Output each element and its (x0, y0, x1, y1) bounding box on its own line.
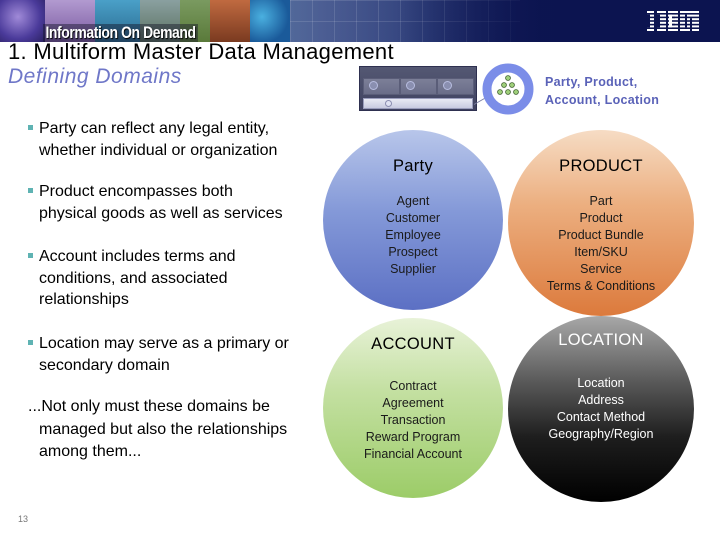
bullet-line: whether individual or organization (39, 141, 278, 159)
domain-item: Service (580, 262, 622, 276)
domain-item: Product Bundle (558, 228, 644, 242)
domain-item: Prospect (388, 245, 438, 259)
domain-item: Contract (389, 379, 437, 393)
closing-statement: ...Not only must these domains be manage… (28, 396, 328, 464)
domain-ring-icon (482, 63, 534, 115)
bullet-party: Party can reflect any legal entity, whet… (28, 118, 277, 161)
domain-item: Agent (396, 194, 430, 208)
domain-items: Location Address Contact Method Geograph… (508, 375, 694, 443)
bullet-marker-icon (28, 125, 33, 130)
panel-cell (437, 78, 474, 95)
domain-item: Customer (385, 211, 441, 225)
domain-items: Contract Agreement Transaction Reward Pr… (323, 378, 503, 463)
panel-dot-icon (369, 81, 378, 90)
legend-label: Party, Product, Account, Location (545, 73, 659, 109)
closing-line: managed but also the relationships (39, 420, 288, 438)
domain-circle-account: ACCOUNT Contract Agreement Transaction R… (323, 318, 503, 498)
bullet-marker-icon (28, 253, 33, 258)
domain-item: Financial Account (364, 447, 462, 461)
slide-subtitle: Defining Domains (8, 65, 182, 88)
bullet-account: Account includes terms and conditions, a… (28, 246, 236, 311)
panel-cell (400, 78, 437, 95)
bullet-line: secondary domain (39, 356, 170, 374)
domain-item: Product (579, 211, 623, 225)
panel-graphic (359, 66, 477, 111)
domain-item: Address (578, 393, 624, 407)
ibm-logo-icon (647, 11, 699, 31)
domain-item: Terms & Conditions (546, 279, 656, 293)
panel-dot-icon (443, 81, 452, 90)
bullet-line: conditions, and associated (39, 269, 228, 287)
bullet-line: Location may serve as a primary or (39, 335, 289, 352)
bullet-line: physical goods as well as services (39, 204, 283, 222)
domain-item: Location (577, 376, 625, 390)
bullet-location: Location may serve as a primary or secon… (28, 333, 289, 376)
header-banner: Information On Demand (0, 0, 720, 42)
domain-item: Transaction (380, 413, 446, 427)
bullet-marker-icon (28, 340, 33, 345)
domain-item: Geography/Region (548, 427, 654, 441)
domain-circle-location: LOCATION Location Address Contact Method… (508, 316, 694, 502)
domain-circle-party: Party Agent Customer Employee Prospect S… (323, 130, 503, 310)
domain-item: Agreement (382, 396, 444, 410)
panel-cell (363, 78, 400, 95)
legend-label-line: Party, Product, (545, 75, 638, 89)
bullet-marker-icon (28, 188, 33, 193)
domain-title: LOCATION (558, 331, 644, 349)
domain-item: Employee (385, 228, 441, 242)
bullet-line: Party can reflect any legal entity, (39, 120, 270, 137)
domain-title: PRODUCT (559, 157, 643, 175)
domain-items: Agent Customer Employee Prospect Supplie… (323, 193, 503, 278)
domain-items: Part Product Product Bundle Item/SKU Ser… (508, 193, 694, 295)
bullet-line: Account includes terms and (39, 248, 236, 265)
bullet-line: Product encompasses both (39, 183, 233, 200)
slide-title: 1. Multiform Master Data Management (8, 39, 394, 64)
domain-item: Item/SKU (574, 245, 628, 259)
bullet-line: relationships (39, 291, 129, 308)
domain-item: Supplier (390, 262, 436, 276)
domain-item: Reward Program (365, 430, 461, 444)
domain-item: Contact Method (556, 410, 646, 424)
panel-dot-icon (406, 81, 415, 90)
page-number: 13 (18, 514, 29, 524)
closing-line: among them... (39, 443, 142, 460)
domain-title: ACCOUNT (371, 335, 455, 353)
domain-circle-product: PRODUCT Part Product Product Bundle Item… (508, 130, 694, 316)
domain-item: Part (589, 194, 613, 208)
panel-bar-dot-icon (385, 100, 392, 107)
domain-title: Party (392, 157, 433, 175)
closing-line: ...Not only must these domains be (28, 398, 270, 415)
panel-bar (363, 98, 473, 109)
legend-label-line: Account, Location (545, 93, 660, 107)
bullet-product: Product encompasses both physical goods … (28, 181, 283, 224)
